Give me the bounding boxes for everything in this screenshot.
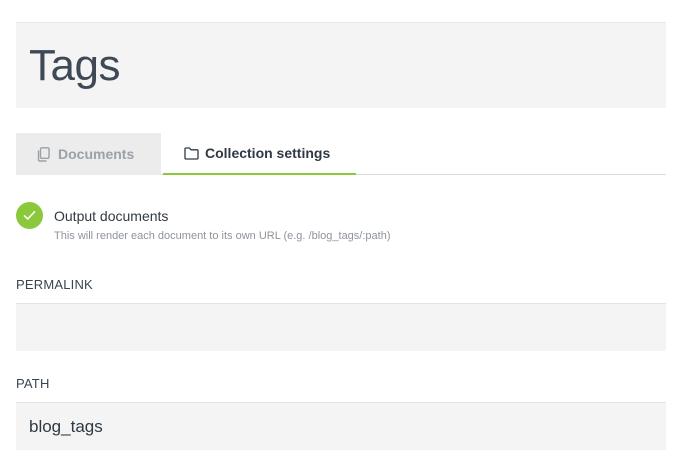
output-documents-label: Output documents xyxy=(54,208,169,224)
permalink-label: PERMALINK xyxy=(16,277,93,292)
page-title: Tags xyxy=(29,40,120,90)
tab-collection-settings-label: Collection settings xyxy=(205,145,331,161)
checkmark-icon xyxy=(23,211,36,220)
documents-icon xyxy=(36,146,52,162)
tab-documents-label: Documents xyxy=(58,146,135,162)
output-documents-toggle-row: Output documents This will render each d… xyxy=(16,202,390,243)
tab-documents[interactable]: Documents xyxy=(16,133,161,175)
output-documents-checkbox[interactable] xyxy=(16,202,43,229)
path-input[interactable] xyxy=(16,402,666,450)
output-documents-help: This will render each document to its ow… xyxy=(54,230,391,242)
folder-icon xyxy=(183,145,199,161)
permalink-input[interactable] xyxy=(16,303,666,351)
path-label: PATH xyxy=(16,376,50,391)
tab-collection-settings[interactable]: Collection settings xyxy=(163,133,356,175)
output-documents-text: Output documents This will render each d… xyxy=(54,208,390,243)
tab-bar: Documents Collection settings xyxy=(16,133,666,175)
collection-settings-page: Tags Documents Collection settings Outpu… xyxy=(0,0,680,466)
title-panel: Tags xyxy=(16,22,666,108)
